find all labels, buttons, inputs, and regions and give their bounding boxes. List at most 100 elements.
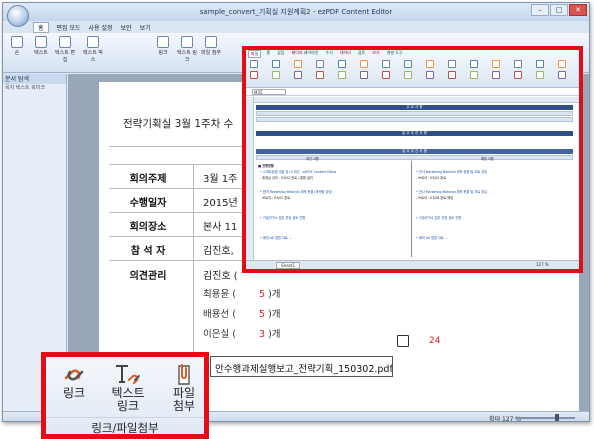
text-tool-button[interactable]: 텍스트 <box>31 35 51 63</box>
sheet-row <box>256 117 573 122</box>
toolbar-icon[interactable] <box>492 60 500 68</box>
sheet-tab-developer[interactable]: 개발 도구 <box>385 50 405 58</box>
toolbar-icon[interactable] <box>338 71 346 79</box>
file-attach-button[interactable]: 파일 첨부 <box>164 363 204 413</box>
sheet-cell-left: • 스마트폰앱 개발 및 UI 개선 - ezPDF Content Edito… <box>260 170 337 174</box>
sheet-cell-right: • 기술연구소 업무 연장 검토 진행 <box>416 216 462 220</box>
toolbar-icon[interactable] <box>250 71 258 79</box>
sheet-tab-formulas[interactable]: 수식 <box>323 50 334 58</box>
toolbar-icon[interactable] <box>426 71 434 79</box>
sheet-cell-left: - 동영상 강의 : 03/02 완료 / 통합 설치 <box>260 176 313 180</box>
toolbar-icon[interactable] <box>294 71 302 79</box>
sheet-tab-data[interactable]: 데이터 <box>338 50 353 58</box>
toolbar-icon[interactable] <box>382 71 390 79</box>
toolbar-icon[interactable] <box>250 60 258 68</box>
spreadsheet-tabs: 파일 홈 삽입 페이지 레이아웃 수식 데이터 검토 보기 개발 도구 <box>248 50 405 58</box>
link-button[interactable]: 링크 <box>54 363 94 413</box>
sheet-cell-right: • 전사 Marketing Material 제작 현황 및 자료 공유 <box>416 190 488 194</box>
tab-view[interactable]: 보기 <box>140 23 151 32</box>
screenshot-stage: sample_convert_기획실 지원계획2 - ezPDF Content… <box>0 0 594 439</box>
tab-home[interactable]: 홈 <box>33 21 49 33</box>
row-value-topic: 3월 1주 <box>203 174 238 185</box>
title-bar: sample_convert_기획실 지원계획2 - ezPDF Content… <box>3 3 589 27</box>
hand-icon <box>11 36 23 48</box>
row-value-opinions: 김진호 ( <box>203 271 238 282</box>
row-label-topic: 회의주제 <box>129 174 167 185</box>
opinion-count-name: 이은실 ( <box>203 329 236 340</box>
document-title: 전략기획실 3월 1주차 수 <box>123 118 234 130</box>
text-link-button[interactable]: 텍스트 링크 <box>108 363 148 413</box>
toolbar-icon[interactable] <box>470 71 478 79</box>
sheet-tab-home[interactable]: 홈 <box>264 50 272 58</box>
attachment-filename-box[interactable]: 안수행과제실행보고_전략기획_150302.pdf <box>210 356 393 377</box>
text-icon <box>35 36 47 48</box>
minimize-button[interactable]: – <box>531 4 549 16</box>
sheet-row <box>256 111 573 116</box>
row-value-date: 2015년 <box>203 198 238 209</box>
text-link-button-small[interactable]: 텍스트 링크 <box>177 35 197 63</box>
ribbon-tabs: 홈 편집 모드 사용 설정 보안 보기 <box>33 21 151 33</box>
toolbar-icon[interactable] <box>514 60 522 68</box>
window-title: sample_convert_기획실 지원계획2 - ezPDF Content… <box>199 8 393 16</box>
text-link-icon <box>116 365 140 384</box>
toolbar-icon[interactable] <box>448 71 456 79</box>
toolbar-icon[interactable] <box>426 60 434 68</box>
zoom-slider-knob[interactable] <box>555 414 559 421</box>
sheet-tab[interactable]: Sheet1 <box>276 262 301 269</box>
toolbar-icon[interactable] <box>360 71 368 79</box>
maximize-button[interactable]: □ <box>550 4 568 16</box>
name-box[interactable]: M35 <box>252 89 286 95</box>
toolbar-icon[interactable] <box>448 60 456 68</box>
toolbar-icon[interactable] <box>294 60 302 68</box>
toolbar-icon[interactable] <box>360 60 368 68</box>
sheet-tab-layout[interactable]: 페이지 레이아웃 <box>289 50 320 58</box>
sheet-cell-left: • 해외 AE 영업 자료 ... <box>260 236 292 240</box>
navigation-pane-tools[interactable]: 목차 텍스트 북마크 <box>3 84 66 92</box>
zoom-slider[interactable] <box>515 414 575 421</box>
sheet-tab-file[interactable]: 파일 <box>248 50 262 58</box>
sheet-cell-left: • 기술연구소 업무 연장 검토 진행 <box>260 216 306 220</box>
toolbar-icon[interactable] <box>404 71 412 79</box>
tab-security[interactable]: 보안 <box>121 23 132 32</box>
toolbar-icon[interactable] <box>316 71 324 79</box>
toolbar-icon[interactable] <box>382 60 390 68</box>
file-attach-button-small[interactable]: 파일 첨부 <box>201 35 221 63</box>
sheet-cell-right: - 브로셔 : 03/06 완료 예정 <box>416 196 454 200</box>
toolbar-icon[interactable] <box>492 71 500 79</box>
tab-edit-mode[interactable]: 편집 모드 <box>57 23 81 32</box>
text-edit-button[interactable]: 텍스트 편집 <box>55 35 75 63</box>
row-label-opinions: 의견관리 <box>129 271 167 282</box>
toolbar-icon[interactable] <box>558 71 566 79</box>
ribbon-group-label: 링크/파일첨부 <box>46 417 204 434</box>
toolbar-icon[interactable] <box>272 60 280 68</box>
toolbar-icon[interactable] <box>536 60 544 68</box>
banner-section: 업 무 추 진 사 항 <box>256 131 573 136</box>
spreadsheet-grid: 주 요 사 항 업 무 추 진 사 항 업 무 추 진 사 항 추진 사항 예정… <box>246 97 579 269</box>
row-headers <box>246 97 254 269</box>
sheet-cell-right: • 전사 Marketing Material 제작 현황 및 자료 공유 <box>416 170 488 174</box>
toolbar-icon[interactable] <box>404 60 412 68</box>
text-edit-icon <box>59 36 71 48</box>
sheet-tab-view[interactable]: 보기 <box>370 50 381 58</box>
attachment-icon[interactable] <box>397 335 409 347</box>
toolbar-icon[interactable] <box>338 60 346 68</box>
toolbar-icon[interactable] <box>514 71 522 79</box>
toolbar-icon[interactable] <box>272 71 280 79</box>
link-button-label: 링크 <box>62 386 86 400</box>
toolbar-icon[interactable] <box>558 60 566 68</box>
toolbar-icon[interactable] <box>470 60 478 68</box>
row-label-attendees: 참 석 자 <box>130 246 166 257</box>
close-button[interactable]: ✕ <box>569 4 587 16</box>
text-box-button[interactable]: 텍스트 박스 <box>83 35 103 63</box>
toolbar-icon[interactable] <box>316 60 324 68</box>
sheet-tab-review[interactable]: 검토 <box>356 50 367 58</box>
text-link-button-label-2: 링크 <box>116 399 140 413</box>
sheet-tab-insert[interactable]: 삽입 <box>275 50 286 58</box>
hand-tool-button[interactable]: 손 <box>7 35 27 63</box>
opinion-count: 5 )개 <box>259 289 281 300</box>
toolbar-icon[interactable] <box>536 71 544 79</box>
tab-settings[interactable]: 사용 설정 <box>89 23 113 32</box>
row-label-date: 수행일자 <box>129 198 167 209</box>
link-button-small[interactable]: 링크 <box>153 35 173 63</box>
banner-main-points: 주 요 사 항 <box>256 105 573 110</box>
